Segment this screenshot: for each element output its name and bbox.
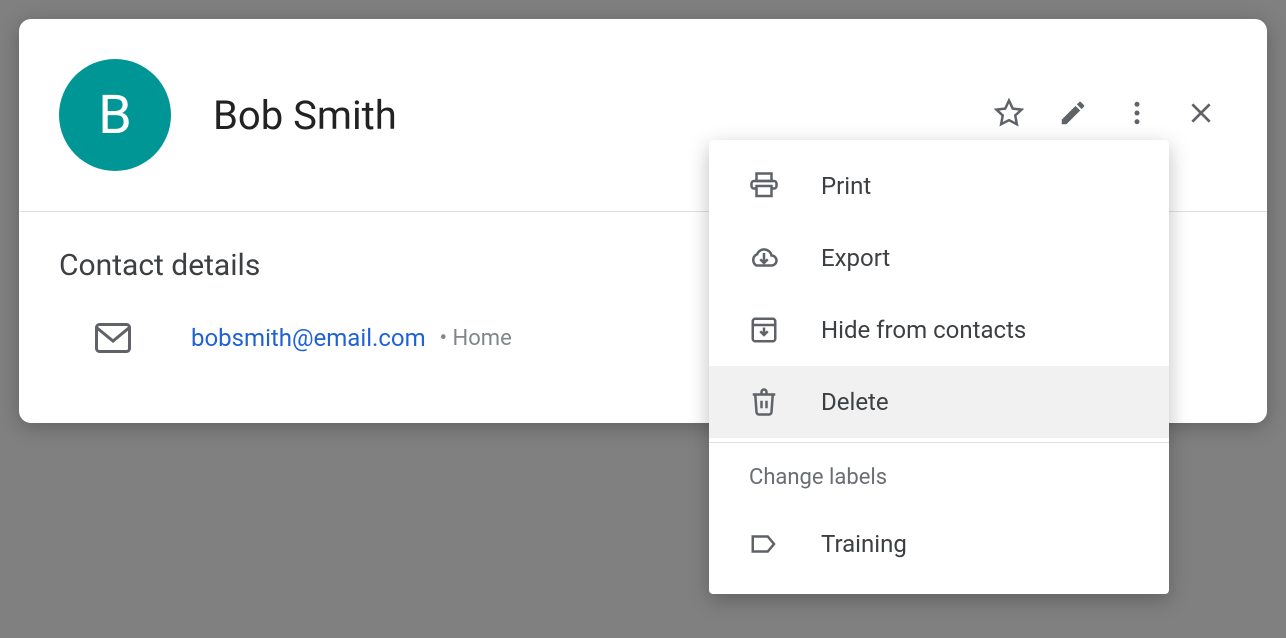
- header-actions: [991, 97, 1227, 133]
- label-icon: [749, 529, 821, 559]
- menu-item-hide[interactable]: Hide from contacts: [709, 294, 1169, 366]
- menu-item-label: Export: [821, 244, 890, 272]
- email-label: Home: [440, 326, 512, 351]
- overflow-menu: Print Export Hide from contacts Delete C…: [709, 140, 1169, 594]
- menu-item-label: Print: [821, 172, 871, 200]
- archive-icon: [749, 315, 821, 345]
- more-button[interactable]: [1119, 97, 1155, 133]
- menu-item-label: Delete: [821, 388, 889, 416]
- menu-label-training[interactable]: Training: [709, 508, 1169, 580]
- close-button[interactable]: [1183, 97, 1219, 133]
- email-icon: [95, 323, 131, 353]
- avatar[interactable]: B: [59, 59, 171, 171]
- email-link[interactable]: bobsmith@email.com: [191, 324, 426, 352]
- star-button[interactable]: [991, 97, 1027, 133]
- menu-item-label: Training: [821, 530, 907, 558]
- print-icon: [749, 171, 821, 201]
- contact-name: Bob Smith: [213, 92, 991, 139]
- menu-item-delete[interactable]: Delete: [709, 366, 1169, 438]
- edit-button[interactable]: [1055, 97, 1091, 133]
- trash-icon: [749, 387, 821, 417]
- close-icon: [1188, 100, 1214, 130]
- star-icon: [994, 98, 1024, 132]
- menu-spacer: [709, 580, 1169, 594]
- pencil-icon: [1058, 98, 1088, 132]
- avatar-initial: B: [98, 84, 132, 147]
- more-vert-icon: [1122, 98, 1152, 132]
- menu-divider: [709, 442, 1169, 443]
- menu-item-print[interactable]: Print: [709, 150, 1169, 222]
- menu-labels-heading: Change labels: [709, 447, 1169, 508]
- menu-item-label: Hide from contacts: [821, 316, 1026, 344]
- cloud-download-icon: [749, 243, 821, 273]
- menu-item-export[interactable]: Export: [709, 222, 1169, 294]
